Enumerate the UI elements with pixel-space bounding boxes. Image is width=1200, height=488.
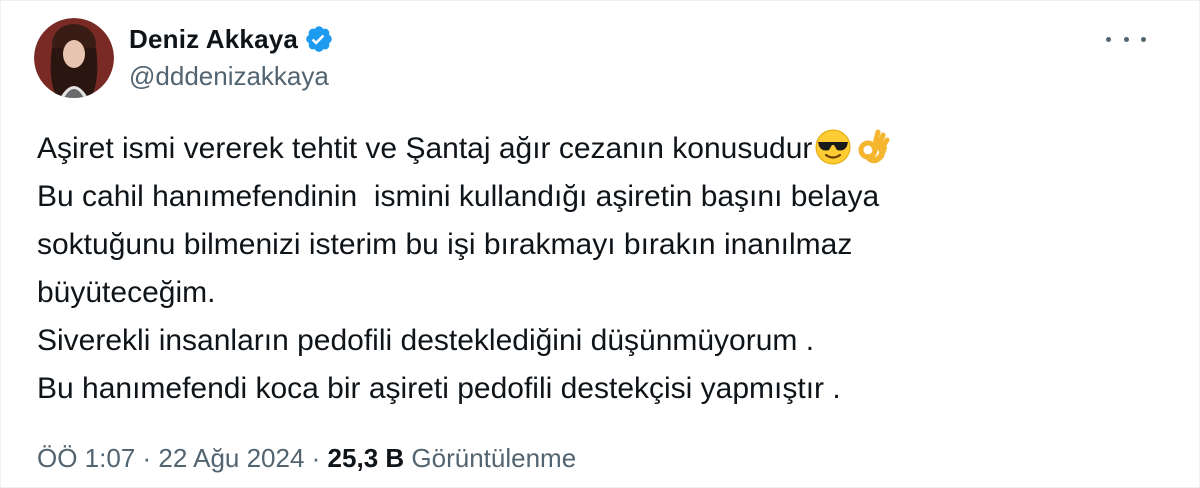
more-options-icon[interactable] xyxy=(1106,25,1146,53)
author-name-row: Deniz Akkaya xyxy=(129,21,334,57)
tweet-meta: ÖÖ 1:07 · 22 Ağu 2024 · 25,3 B Görüntüle… xyxy=(37,438,576,478)
tweet-time: ÖÖ 1:07 xyxy=(37,442,136,473)
ok-hand-emoji-icon xyxy=(854,128,892,166)
views-spacer xyxy=(404,443,411,474)
tweet-text: Aşiret ismi vererek tehtit ve Şantaj ağı… xyxy=(37,125,1157,413)
sunglasses-face-emoji-icon xyxy=(814,128,852,166)
more-dot xyxy=(1123,36,1129,42)
tweet-line-5: Siverekli insanların pedofili destekledi… xyxy=(37,324,815,357)
tweet-line-1-text: Aşiret ismi vererek tehtit ve Şantaj ağı… xyxy=(37,132,813,165)
tweet-date: 22 Ağu 2024 xyxy=(158,442,305,473)
author-display-name[interactable]: Deniz Akkaya xyxy=(129,24,298,55)
tweet-line-6: Bu hanımefendi koca bir aşireti pedofili… xyxy=(37,372,841,405)
author-handle[interactable]: @dddenizakkaya xyxy=(129,61,329,92)
views-count: 25,3 B xyxy=(327,442,405,473)
more-dot xyxy=(1141,36,1146,42)
views-label: Görüntülenme xyxy=(411,442,577,473)
tweet-line-1: Aşiret ismi vererek tehtit ve Şantaj ağı… xyxy=(37,125,1157,173)
verified-badge-icon[interactable] xyxy=(304,24,334,54)
tweet-time-link[interactable]: ÖÖ 1:07 · 22 Ağu 2024 xyxy=(37,443,304,474)
meta-separator: · xyxy=(304,442,328,473)
more-dot xyxy=(1106,36,1111,42)
meta-separator: · xyxy=(135,442,159,473)
tweet-line-4: büyüteceğim. xyxy=(37,276,216,309)
tweet-line-2: Bu cahil hanımefendinin ismini kullandığ… xyxy=(37,180,880,213)
tweet-card: Deniz Akkaya @dddenizakkaya Aşiret ismi … xyxy=(0,0,1200,488)
avatar[interactable] xyxy=(34,18,114,98)
tweet-line-3: soktuğunu bilmenizi isterim bu işi bırak… xyxy=(37,228,853,261)
